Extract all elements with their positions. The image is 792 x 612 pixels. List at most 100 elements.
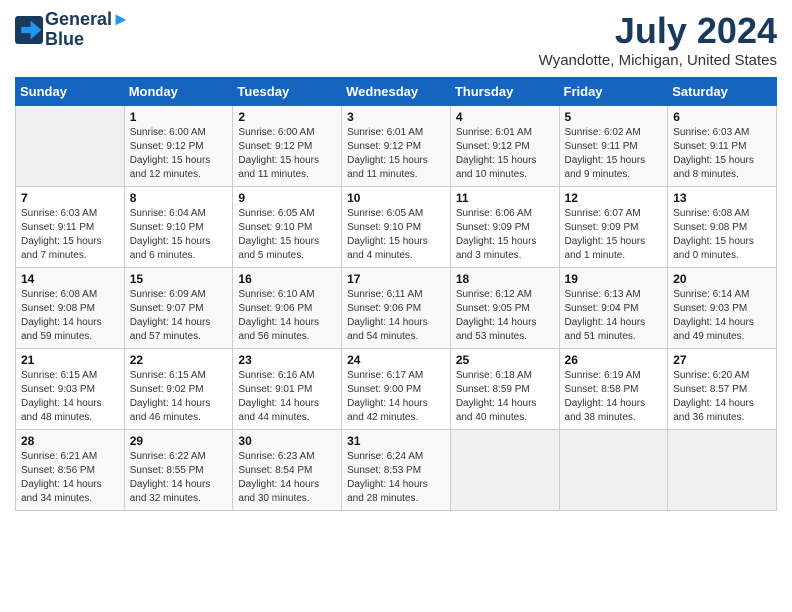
day-info: Sunrise: 6:16 AM Sunset: 9:01 PM Dayligh…: [238, 369, 336, 425]
day-info: Sunrise: 6:01 AM Sunset: 9:12 PM Dayligh…: [347, 126, 445, 182]
day-number: 1: [130, 110, 228, 124]
day-number: 11: [456, 191, 554, 205]
day-info: Sunrise: 6:03 AM Sunset: 9:11 PM Dayligh…: [21, 207, 119, 263]
day-number: 10: [347, 191, 445, 205]
calendar-cell: [559, 430, 668, 511]
day-info: Sunrise: 6:01 AM Sunset: 9:12 PM Dayligh…: [456, 126, 554, 182]
calendar-cell: [668, 430, 777, 511]
day-info: Sunrise: 6:15 AM Sunset: 9:02 PM Dayligh…: [130, 369, 228, 425]
day-info: Sunrise: 6:20 AM Sunset: 8:57 PM Dayligh…: [673, 369, 771, 425]
day-number: 23: [238, 353, 336, 367]
day-info: Sunrise: 6:08 AM Sunset: 9:08 PM Dayligh…: [673, 207, 771, 263]
day-info: Sunrise: 6:09 AM Sunset: 9:07 PM Dayligh…: [130, 288, 228, 344]
logo: General► Blue: [15, 10, 130, 50]
calendar-cell: 20Sunrise: 6:14 AM Sunset: 9:03 PM Dayli…: [668, 268, 777, 349]
calendar-week-row: 21 Sunrise: 6:15 AM Sunset: 9:03 PM Dayli…: [16, 349, 777, 430]
day-of-week-header: Wednesday: [342, 78, 451, 106]
calendar-cell: 12 Sunrise: 6:07 AM Sunset: 9:09 PM Dayli…: [559, 187, 668, 268]
day-number: 18: [456, 272, 554, 286]
day-info: Sunrise: 6:15 AM Sunset: 9:03 PM Dayligh…: [21, 369, 119, 425]
calendar-cell: [450, 430, 559, 511]
calendar-cell: 23 Sunrise: 6:16 AM Sunset: 9:01 PM Dayli…: [233, 349, 342, 430]
day-info: Sunrise: 6:17 AM Sunset: 9:00 PM Dayligh…: [347, 369, 445, 425]
day-info: Sunrise: 6:19 AM Sunset: 8:58 PM Dayligh…: [565, 369, 663, 425]
calendar-cell: 1 Sunrise: 6:00 AM Sunset: 9:12 PM Daylig…: [124, 106, 233, 187]
day-number: 3: [347, 110, 445, 124]
calendar-cell: 15Sunrise: 6:09 AM Sunset: 9:07 PM Dayli…: [124, 268, 233, 349]
day-number: 24: [347, 353, 445, 367]
day-number: 7: [21, 191, 119, 205]
calendar-week-row: 7 Sunrise: 6:03 AM Sunset: 9:11 PM Daylig…: [16, 187, 777, 268]
calendar-cell: 11Sunrise: 6:06 AM Sunset: 9:09 PM Dayli…: [450, 187, 559, 268]
day-info: Sunrise: 6:05 AM Sunset: 9:10 PM Dayligh…: [238, 207, 336, 263]
calendar-cell: 29 Sunrise: 6:22 AM Sunset: 8:55 PM Dayli…: [124, 430, 233, 511]
calendar-cell: 9 Sunrise: 6:05 AM Sunset: 9:10 PM Daylig…: [233, 187, 342, 268]
calendar-week-row: 28Sunrise: 6:21 AM Sunset: 8:56 PM Dayli…: [16, 430, 777, 511]
day-info: Sunrise: 6:22 AM Sunset: 8:55 PM Dayligh…: [130, 450, 228, 506]
calendar-cell: 17 Sunrise: 6:11 AM Sunset: 9:06 PM Dayli…: [342, 268, 451, 349]
location-subtitle: Wyandotte, Michigan, United States: [539, 52, 777, 69]
calendar-cell: 5Sunrise: 6:02 AM Sunset: 9:11 PM Daylig…: [559, 106, 668, 187]
day-info: Sunrise: 6:13 AM Sunset: 9:04 PM Dayligh…: [565, 288, 663, 344]
calendar-cell: 30 Sunrise: 6:23 AM Sunset: 8:54 PM Dayli…: [233, 430, 342, 511]
calendar-cell: 6 Sunrise: 6:03 AM Sunset: 9:11 PM Daylig…: [668, 106, 777, 187]
day-number: 6: [673, 110, 771, 124]
calendar-cell: 18 Sunrise: 6:12 AM Sunset: 9:05 PM Dayli…: [450, 268, 559, 349]
day-of-week-header: Friday: [559, 78, 668, 106]
day-of-week-header: Thursday: [450, 78, 559, 106]
day-info: Sunrise: 6:00 AM Sunset: 9:12 PM Dayligh…: [130, 126, 228, 182]
day-info: Sunrise: 6:07 AM Sunset: 9:09 PM Dayligh…: [565, 207, 663, 263]
calendar-cell: 22 Sunrise: 6:15 AM Sunset: 9:02 PM Dayli…: [124, 349, 233, 430]
day-number: 25: [456, 353, 554, 367]
logo-text: General► Blue: [45, 10, 130, 50]
day-info: Sunrise: 6:14 AM Sunset: 9:03 PM Dayligh…: [673, 288, 771, 344]
day-number: 22: [130, 353, 228, 367]
day-info: Sunrise: 6:02 AM Sunset: 9:11 PM Dayligh…: [565, 126, 663, 182]
calendar-header-row: SundayMondayTuesdayWednesdayThursdayFrid…: [16, 78, 777, 106]
day-number: 21: [21, 353, 119, 367]
calendar-table: SundayMondayTuesdayWednesdayThursdayFrid…: [15, 77, 777, 511]
calendar-cell: 4 Sunrise: 6:01 AM Sunset: 9:12 PM Daylig…: [450, 106, 559, 187]
day-number: 2: [238, 110, 336, 124]
day-info: Sunrise: 6:11 AM Sunset: 9:06 PM Dayligh…: [347, 288, 445, 344]
calendar-week-row: 14 Sunrise: 6:08 AM Sunset: 9:08 PM Dayli…: [16, 268, 777, 349]
day-info: Sunrise: 6:08 AM Sunset: 9:08 PM Dayligh…: [21, 288, 119, 344]
day-info: Sunrise: 6:00 AM Sunset: 9:12 PM Dayligh…: [238, 126, 336, 182]
calendar-week-row: 1 Sunrise: 6:00 AM Sunset: 9:12 PM Daylig…: [16, 106, 777, 187]
calendar-cell: 8 Sunrise: 6:04 AM Sunset: 9:10 PM Daylig…: [124, 187, 233, 268]
day-number: 12: [565, 191, 663, 205]
logo-icon: [15, 16, 43, 44]
day-info: Sunrise: 6:05 AM Sunset: 9:10 PM Dayligh…: [347, 207, 445, 263]
calendar-cell: 3 Sunrise: 6:01 AM Sunset: 9:12 PM Daylig…: [342, 106, 451, 187]
day-number: 27: [673, 353, 771, 367]
calendar-cell: 27 Sunrise: 6:20 AM Sunset: 8:57 PM Dayli…: [668, 349, 777, 430]
day-of-week-header: Monday: [124, 78, 233, 106]
calendar-cell: 25Sunrise: 6:18 AM Sunset: 8:59 PM Dayli…: [450, 349, 559, 430]
day-info: Sunrise: 6:03 AM Sunset: 9:11 PM Dayligh…: [673, 126, 771, 182]
calendar-cell: 16Sunrise: 6:10 AM Sunset: 9:06 PM Dayli…: [233, 268, 342, 349]
day-number: 9: [238, 191, 336, 205]
day-info: Sunrise: 6:10 AM Sunset: 9:06 PM Dayligh…: [238, 288, 336, 344]
day-info: Sunrise: 6:23 AM Sunset: 8:54 PM Dayligh…: [238, 450, 336, 506]
calendar-cell: 14 Sunrise: 6:08 AM Sunset: 9:08 PM Dayli…: [16, 268, 125, 349]
day-info: Sunrise: 6:21 AM Sunset: 8:56 PM Dayligh…: [21, 450, 119, 506]
day-number: 17: [347, 272, 445, 286]
day-number: 30: [238, 434, 336, 448]
day-number: 31: [347, 434, 445, 448]
calendar-cell: 7 Sunrise: 6:03 AM Sunset: 9:11 PM Daylig…: [16, 187, 125, 268]
calendar-cell: 13Sunrise: 6:08 AM Sunset: 9:08 PM Dayli…: [668, 187, 777, 268]
day-of-week-header: Sunday: [16, 78, 125, 106]
calendar-cell: 24 Sunrise: 6:17 AM Sunset: 9:00 PM Dayli…: [342, 349, 451, 430]
day-of-week-header: Tuesday: [233, 78, 342, 106]
calendar-cell: 10 Sunrise: 6:05 AM Sunset: 9:10 PM Dayli…: [342, 187, 451, 268]
day-number: 29: [130, 434, 228, 448]
calendar-body: 1 Sunrise: 6:00 AM Sunset: 9:12 PM Daylig…: [16, 106, 777, 511]
month-year-title: July 2024: [539, 10, 777, 52]
calendar-cell: 28Sunrise: 6:21 AM Sunset: 8:56 PM Dayli…: [16, 430, 125, 511]
day-number: 4: [456, 110, 554, 124]
day-of-week-header: Saturday: [668, 78, 777, 106]
day-number: 8: [130, 191, 228, 205]
day-info: Sunrise: 6:04 AM Sunset: 9:10 PM Dayligh…: [130, 207, 228, 263]
day-number: 14: [21, 272, 119, 286]
day-info: Sunrise: 6:12 AM Sunset: 9:05 PM Dayligh…: [456, 288, 554, 344]
